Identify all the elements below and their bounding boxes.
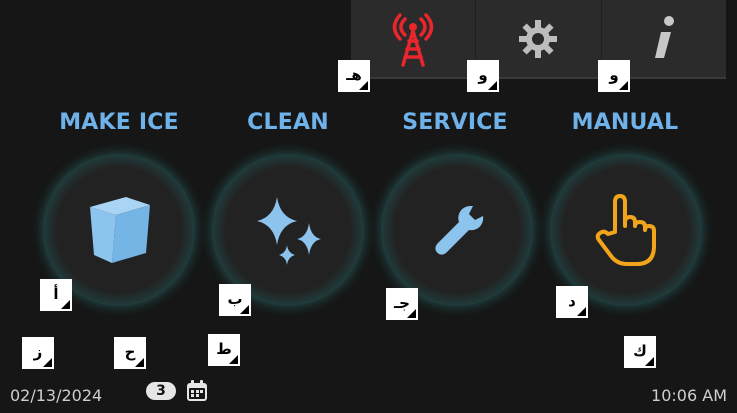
status-date: 02/13/2024 [10,386,103,405]
marker-label: ح [114,337,146,369]
mode-label-make-ice: MAKE ICE [59,110,179,135]
status-time: 10:06 AM [651,386,727,405]
gear-icon [519,19,558,58]
info-icon [654,15,674,58]
marker-label: د [556,286,588,318]
marker-label: ب [219,284,251,316]
mode-label-service: SERVICE [402,110,508,135]
marker-label: ط [208,334,240,366]
marker-label: ك [624,336,656,368]
marker-label: جـ [386,288,418,320]
calendar-button[interactable] [186,380,208,402]
hand-pointer-icon [595,194,656,266]
calendar-icon [187,380,207,401]
wrench-icon [435,205,484,255]
signal-tower-icon [392,12,434,67]
ice-cube-icon [90,197,150,263]
marker-label: ز [22,337,54,369]
marker-label: أ [40,279,72,311]
marker-label: هـ [338,60,370,92]
marker-label: و [467,60,499,92]
status-count-badge[interactable]: 3 [146,382,176,400]
manual-button[interactable] [550,154,702,306]
marker-label: و [598,60,630,92]
top-toolbar [351,0,726,79]
mode-label-clean: CLEAN [247,110,329,135]
service-button[interactable] [381,154,533,306]
mode-label-manual: MANUAL [571,110,679,135]
sparkle-icon [257,197,321,265]
